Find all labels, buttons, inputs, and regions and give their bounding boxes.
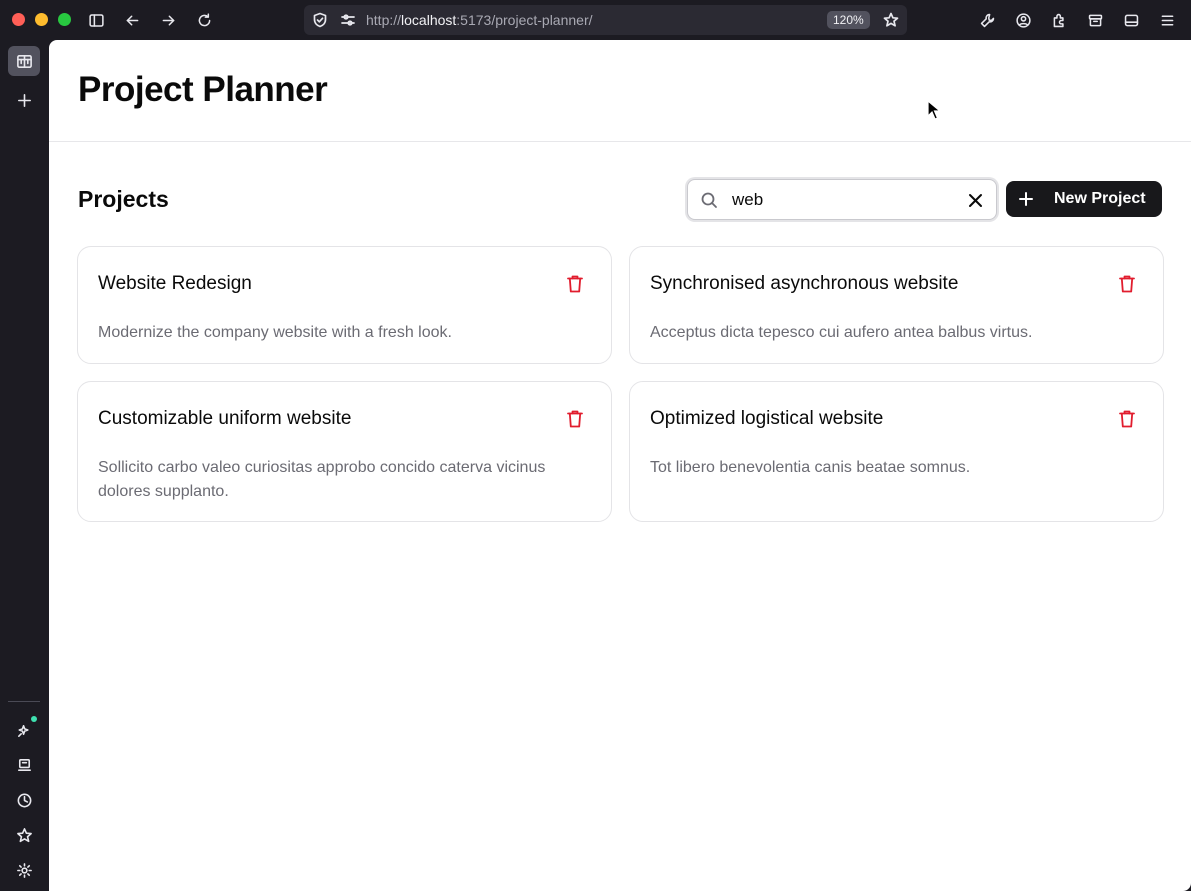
search-input[interactable] [732,186,952,214]
shield-icon[interactable] [312,12,328,28]
bookmark-star-icon[interactable] [883,12,899,28]
project-description: Tot libero benevolentia canis beatae som… [650,459,971,476]
forward-arrow-icon[interactable] [158,10,178,30]
browser-sidebar [0,40,49,891]
project-card[interactable]: Website Redesign Modernize the company w… [77,246,612,364]
project-title: Synchronised asynchronous website [650,273,959,294]
site-permissions-icon[interactable] [340,12,356,28]
project-title: Website Redesign [98,273,252,294]
page-content: Project Planner Projects New Project Web… [49,40,1191,891]
mouse-cursor-icon [927,100,941,120]
trash-icon[interactable] [566,274,584,294]
project-description: Acceptus dicta tepesco cui aufero antea … [650,324,1033,341]
project-card[interactable]: Synchronised asynchronous website Accept… [629,246,1164,364]
zoom-level-badge[interactable]: 120% [827,11,870,29]
ai-sparkle-icon[interactable] [8,715,40,745]
project-description: Modernize the company website with a fre… [98,324,452,341]
wrench-icon[interactable] [977,10,997,30]
tab-grid-icon[interactable] [8,46,40,76]
extensions-puzzle-icon[interactable] [1049,10,1069,30]
page-title: Project Planner [78,70,328,109]
clear-search-icon[interactable] [967,192,984,209]
address-bar[interactable]: http://localhost:5173/project-planner/ 1… [304,5,907,35]
status-dot [31,716,37,722]
settings-gear-icon[interactable] [8,855,40,885]
account-icon[interactable] [1013,10,1033,30]
search-icon [700,191,718,209]
new-project-label: New Project [1054,190,1146,207]
sidebar-toggle-icon[interactable] [86,10,106,30]
browser-toolbar: http://localhost:5173/project-planner/ 1… [0,0,1191,40]
container-box-icon[interactable] [1085,10,1105,30]
project-description: Sollicito carbo valeo curiositas approbo… [98,459,546,500]
new-tab-plus-icon[interactable] [8,85,40,115]
project-card[interactable]: Customizable uniform website Sollicito c… [77,381,612,522]
back-arrow-icon[interactable] [122,10,142,30]
page-header: Project Planner [49,40,1191,142]
project-title: Optimized logistical website [650,408,884,429]
plus-icon [1018,191,1034,207]
sidebar-divider [8,701,40,702]
trash-icon[interactable] [1118,409,1136,429]
maximize-window-button[interactable] [58,13,71,26]
search-box[interactable] [687,179,997,220]
synced-tabs-icon[interactable] [8,750,40,780]
trash-icon[interactable] [566,409,584,429]
projects-heading: Projects [78,186,169,212]
bookmarks-star-icon[interactable] [8,820,40,850]
project-title: Customizable uniform website [98,408,352,429]
new-project-button[interactable]: New Project [1006,181,1162,217]
url-text[interactable]: http://localhost:5173/project-planner/ [366,12,593,28]
minimize-window-button[interactable] [35,13,48,26]
history-clock-icon[interactable] [8,785,40,815]
reload-icon[interactable] [194,10,214,30]
trash-icon[interactable] [1118,274,1136,294]
project-card[interactable]: Optimized logistical website Tot libero … [629,381,1164,522]
hamburger-menu-icon[interactable] [1157,10,1177,30]
reader-view-icon[interactable] [1121,10,1141,30]
close-window-button[interactable] [12,13,25,26]
